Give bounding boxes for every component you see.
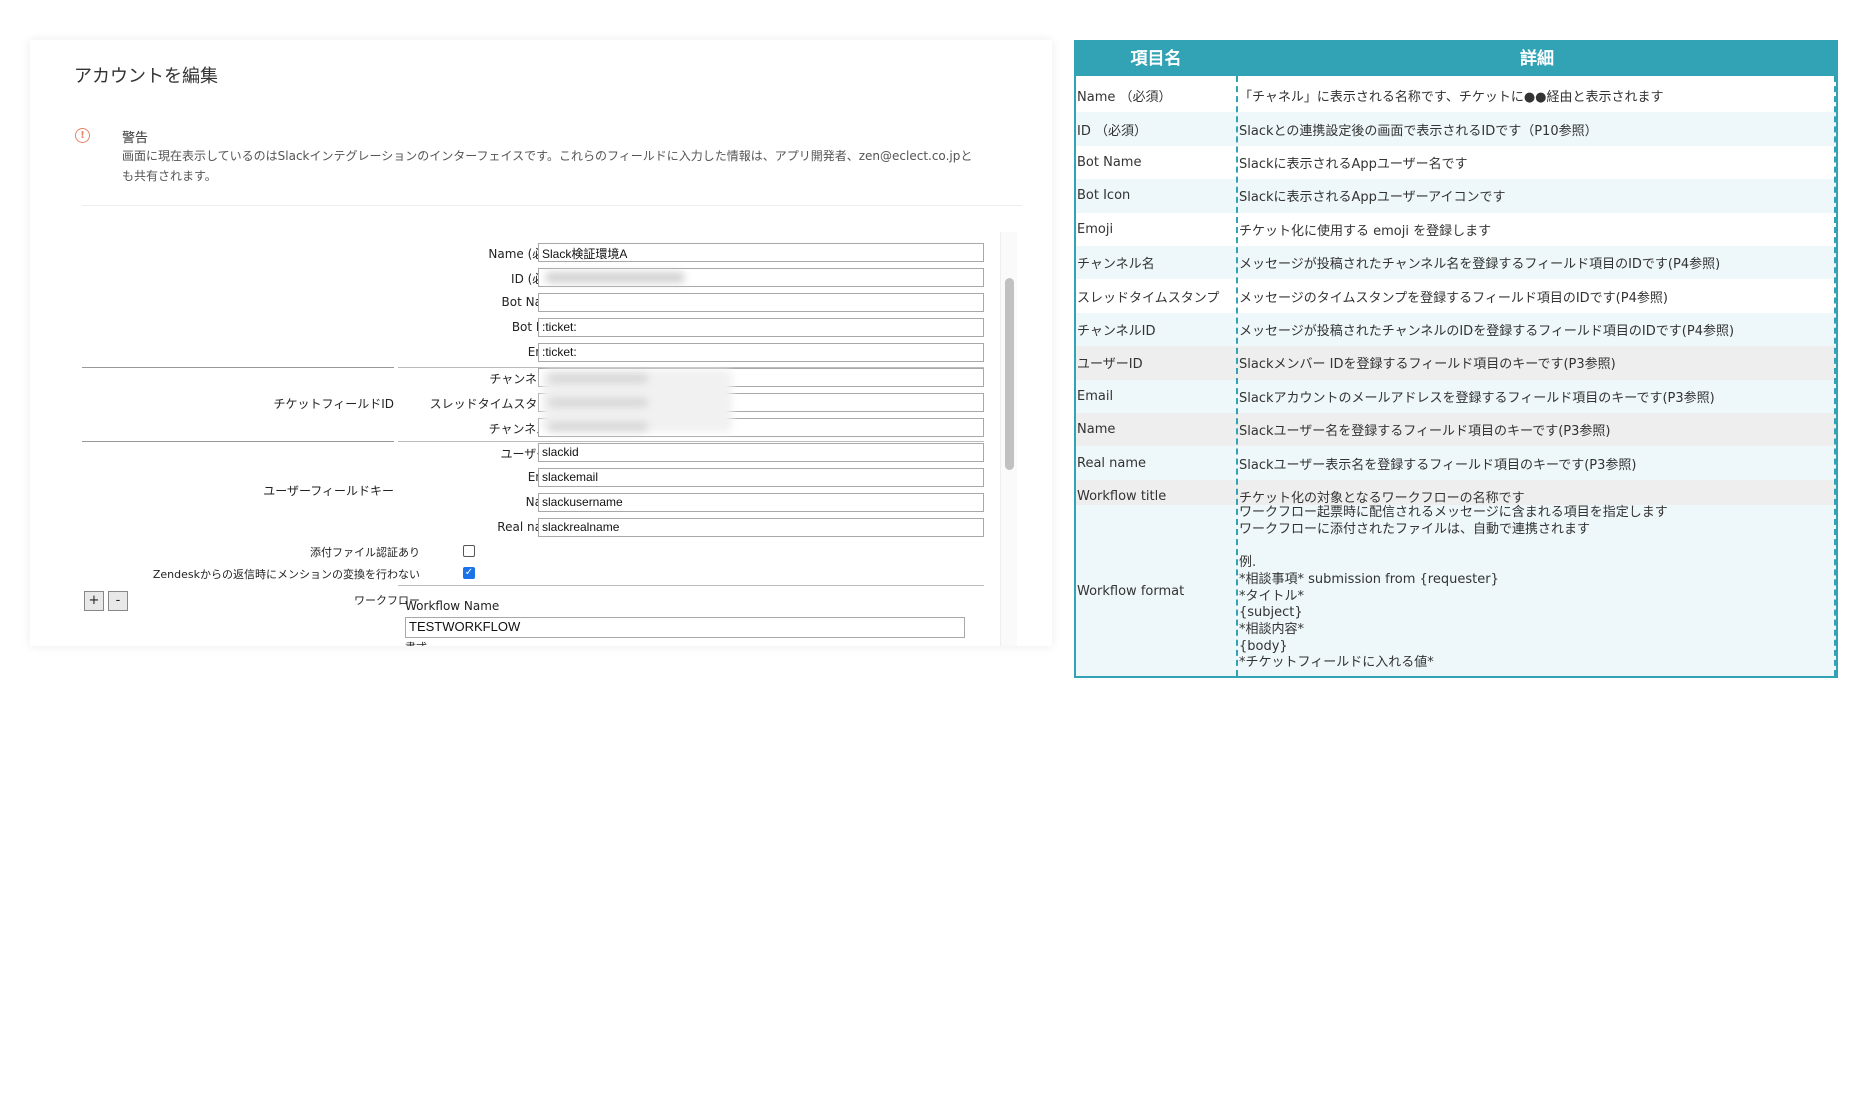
- id-input[interactable]: [538, 268, 984, 287]
- remove-workflow-button[interactable]: -: [108, 591, 128, 611]
- table-cell-detail: ワークフロー起票時に配信されるメッセージに含まれる項目を指定します ワークフローに…: [1238, 505, 1836, 676]
- workflow-format-line: *タイトル*: [1239, 588, 1305, 604]
- table-border-dash: [1834, 76, 1836, 676]
- table-row: スレッドタイムスタンプ メッセージのタイムスタンプを登録するフィールド項目のIDで…: [1076, 279, 1836, 313]
- table-cell-detail: メッセージが投稿されたチャンネル名を登録するフィールド項目のIDです(P4参照): [1239, 257, 1721, 273]
- edit-account-panel: アカウントを編集 ! 警告 画面に現在表示しているのはSlackインテグレーショ…: [30, 40, 1052, 646]
- table-row: Name （必須） 「チャネル」に表示される名称です、チケットに●●経由と表示され…: [1076, 79, 1836, 113]
- table-cell-item: Name: [1077, 422, 1116, 438]
- emoji-input[interactable]: :ticket:: [538, 343, 984, 362]
- email-input[interactable]: slackemail: [538, 468, 984, 487]
- redacted-blur: [548, 398, 648, 407]
- table-cell-detail: Slackメンバー IDを登録するフィールド項目のキーです(P3参照): [1239, 357, 1616, 373]
- user-id-input[interactable]: slackid: [538, 443, 984, 462]
- table-cell-detail: チケット化に使用する emoji を登録します: [1239, 223, 1492, 239]
- workflow-format-line: {body}: [1239, 638, 1288, 654]
- page-title: アカウントを編集: [74, 66, 218, 87]
- table-cell-detail: Slackに表示されるAppユーザーアイコンです: [1239, 190, 1506, 206]
- table-row: Real name Slackユーザー表示名を登録するフィールド項目のキーです(P…: [1076, 446, 1836, 480]
- workflow-format-line: 例.: [1239, 555, 1257, 571]
- workflow-format-example: ワークフロー起票時に配信されるメッセージに含まれる項目を指定します ワークフローに…: [1239, 505, 1668, 672]
- table-cell-item: Bot Icon: [1077, 188, 1131, 204]
- redacted-blur: [548, 374, 648, 383]
- workflow-format-line: ワークフローに添付されたファイルは、自動で連携されます: [1239, 521, 1591, 537]
- table-cell-detail: Slackに表示されるAppユーザー名です: [1239, 156, 1468, 172]
- table-cell-item: ユーザーID: [1077, 357, 1143, 373]
- table-cell-item: Real name: [1077, 455, 1147, 471]
- workflow-name-input[interactable]: TESTWORKFLOW: [405, 617, 965, 638]
- table-cell-detail: Slackとの連携設定後の画面で表示されるIDです（P10参照）: [1239, 123, 1598, 139]
- table-cell-detail: Slackユーザー名を登録するフィールド項目のキーです(P3参照): [1239, 424, 1611, 440]
- name-input[interactable]: Slack検証環境A: [538, 243, 984, 262]
- workflow-format-line: {subject}: [1239, 605, 1303, 621]
- workflow-format-line: ワークフロー起票時に配信されるメッセージに含まれる項目を指定します: [1239, 505, 1668, 520]
- attachment-auth-label: 添付ファイル認証あり: [310, 546, 420, 559]
- group-separator: [398, 585, 984, 586]
- table-row: ID （必須） Slackとの連携設定後の画面で表示されるIDです（P10参照）: [1076, 112, 1836, 146]
- redacted-blur: [548, 422, 648, 431]
- workflow-format-line: *相談内容*: [1239, 621, 1305, 637]
- warning-icon: !: [75, 128, 90, 143]
- table-row: チャンネルID メッセージが投稿されたチャンネルのIDを登録するフィールド項目のI…: [1076, 312, 1836, 347]
- table-cell-detail: Slackユーザー表示名を登録するフィールド項目のキーです(P3参照): [1239, 457, 1637, 473]
- table-cell-item: スレッドタイムスタンプ: [1077, 290, 1220, 306]
- add-workflow-button[interactable]: +: [84, 591, 104, 611]
- group-separator: [82, 367, 394, 368]
- table-cell-detail: 「チャネル」に表示される名称です、チケットに●●経由と表示されます: [1239, 90, 1664, 106]
- table-cell-item: ID （必須）: [1077, 123, 1147, 139]
- warning-text: 画面に現在表示しているのはSlackインテグレーションのインターフェイスです。こ…: [122, 149, 973, 183]
- header-detail: 詳細: [1520, 49, 1554, 69]
- table-cell-item: Email: [1077, 388, 1114, 404]
- table-cell-item: チャンネル名: [1077, 257, 1155, 273]
- workflow-format-line: *チケットフィールドに入れる値*: [1239, 655, 1434, 671]
- scrollbar-thumb[interactable]: [1005, 278, 1014, 470]
- table-row: Name Slackユーザー名を登録するフィールド項目のキーです(P3参照): [1076, 413, 1836, 447]
- table-row: Email Slackアカウントのメールアドレスを登録するフィールド項目のキーです…: [1076, 379, 1836, 413]
- user-field-key-group-label: ユーザーフィールドキー: [263, 484, 394, 498]
- field-description-table: 項目名 詳細 Name （必須） 「チャネル」に表示される名称です、チケットに●●…: [1074, 40, 1838, 678]
- table-row: チャンネル名 メッセージが投稿されたチャンネル名を登録するフィールド項目のIDです…: [1076, 246, 1836, 280]
- table-row: Emoji チケット化に使用する emoji を登録します: [1076, 212, 1836, 246]
- bot-icon-input[interactable]: :ticket:: [538, 318, 984, 337]
- redacted-blur: [545, 272, 685, 283]
- format-label: 書式: [405, 639, 427, 646]
- mention-conversion-label: Zendeskからの返信時にメンションの変換を行わない: [152, 568, 420, 581]
- table-cell-detail: メッセージが投稿されたチャンネルのIDを登録するフィールド項目のIDです(P4参…: [1239, 323, 1735, 339]
- warning-title: 警告: [122, 131, 149, 146]
- table-cell-detail: Slackアカウントのメールアドレスを登録するフィールド項目のキーです(P3参照…: [1239, 390, 1715, 406]
- table-cell-detail: メッセージのタイムスタンプを登録するフィールド項目のIDです(P4参照): [1239, 290, 1668, 306]
- real-name-input[interactable]: slackrealname: [538, 518, 984, 537]
- table-cell-item: Bot Name: [1077, 154, 1142, 170]
- table-header: 項目名 詳細: [1076, 42, 1836, 76]
- table-cell-item: Name （必須）: [1077, 90, 1172, 106]
- bot-name-input[interactable]: [538, 293, 984, 312]
- group-separator: [82, 441, 394, 442]
- workflow-name-label: Workflow Name: [405, 599, 500, 613]
- table-row: ユーザーID Slackメンバー IDを登録するフィールド項目のキーです(P3参照…: [1076, 346, 1836, 380]
- table-cell-item: Workflow format: [1077, 584, 1185, 599]
- user-name-input[interactable]: slackusername: [538, 493, 984, 512]
- divider: [82, 205, 1022, 206]
- workflow-format-line: [1239, 538, 1668, 555]
- column-divider: [1236, 76, 1238, 676]
- ticket-field-id-group-label: チケットフィールドID: [273, 397, 394, 411]
- attachment-auth-checkbox[interactable]: [463, 545, 475, 557]
- table-row: Bot Name Slackに表示されるAppユーザー名です: [1076, 145, 1836, 180]
- header-item-name: 項目名: [1130, 49, 1182, 69]
- workflow-format-line: *相談事項* submission from {requester}: [1239, 571, 1499, 587]
- table-cell-item: Emoji: [1077, 221, 1114, 237]
- table-row: Bot Icon Slackに表示されるAppユーザーアイコンです: [1076, 179, 1836, 213]
- table-row-workflow-format: Workflow format ワークフロー起票時に配信されるメッセージに含まれ…: [1076, 505, 1836, 676]
- group-separator: [398, 441, 984, 442]
- table-cell-item: チャンネルID: [1077, 323, 1156, 339]
- mention-conversion-checkbox[interactable]: ✓: [463, 567, 475, 579]
